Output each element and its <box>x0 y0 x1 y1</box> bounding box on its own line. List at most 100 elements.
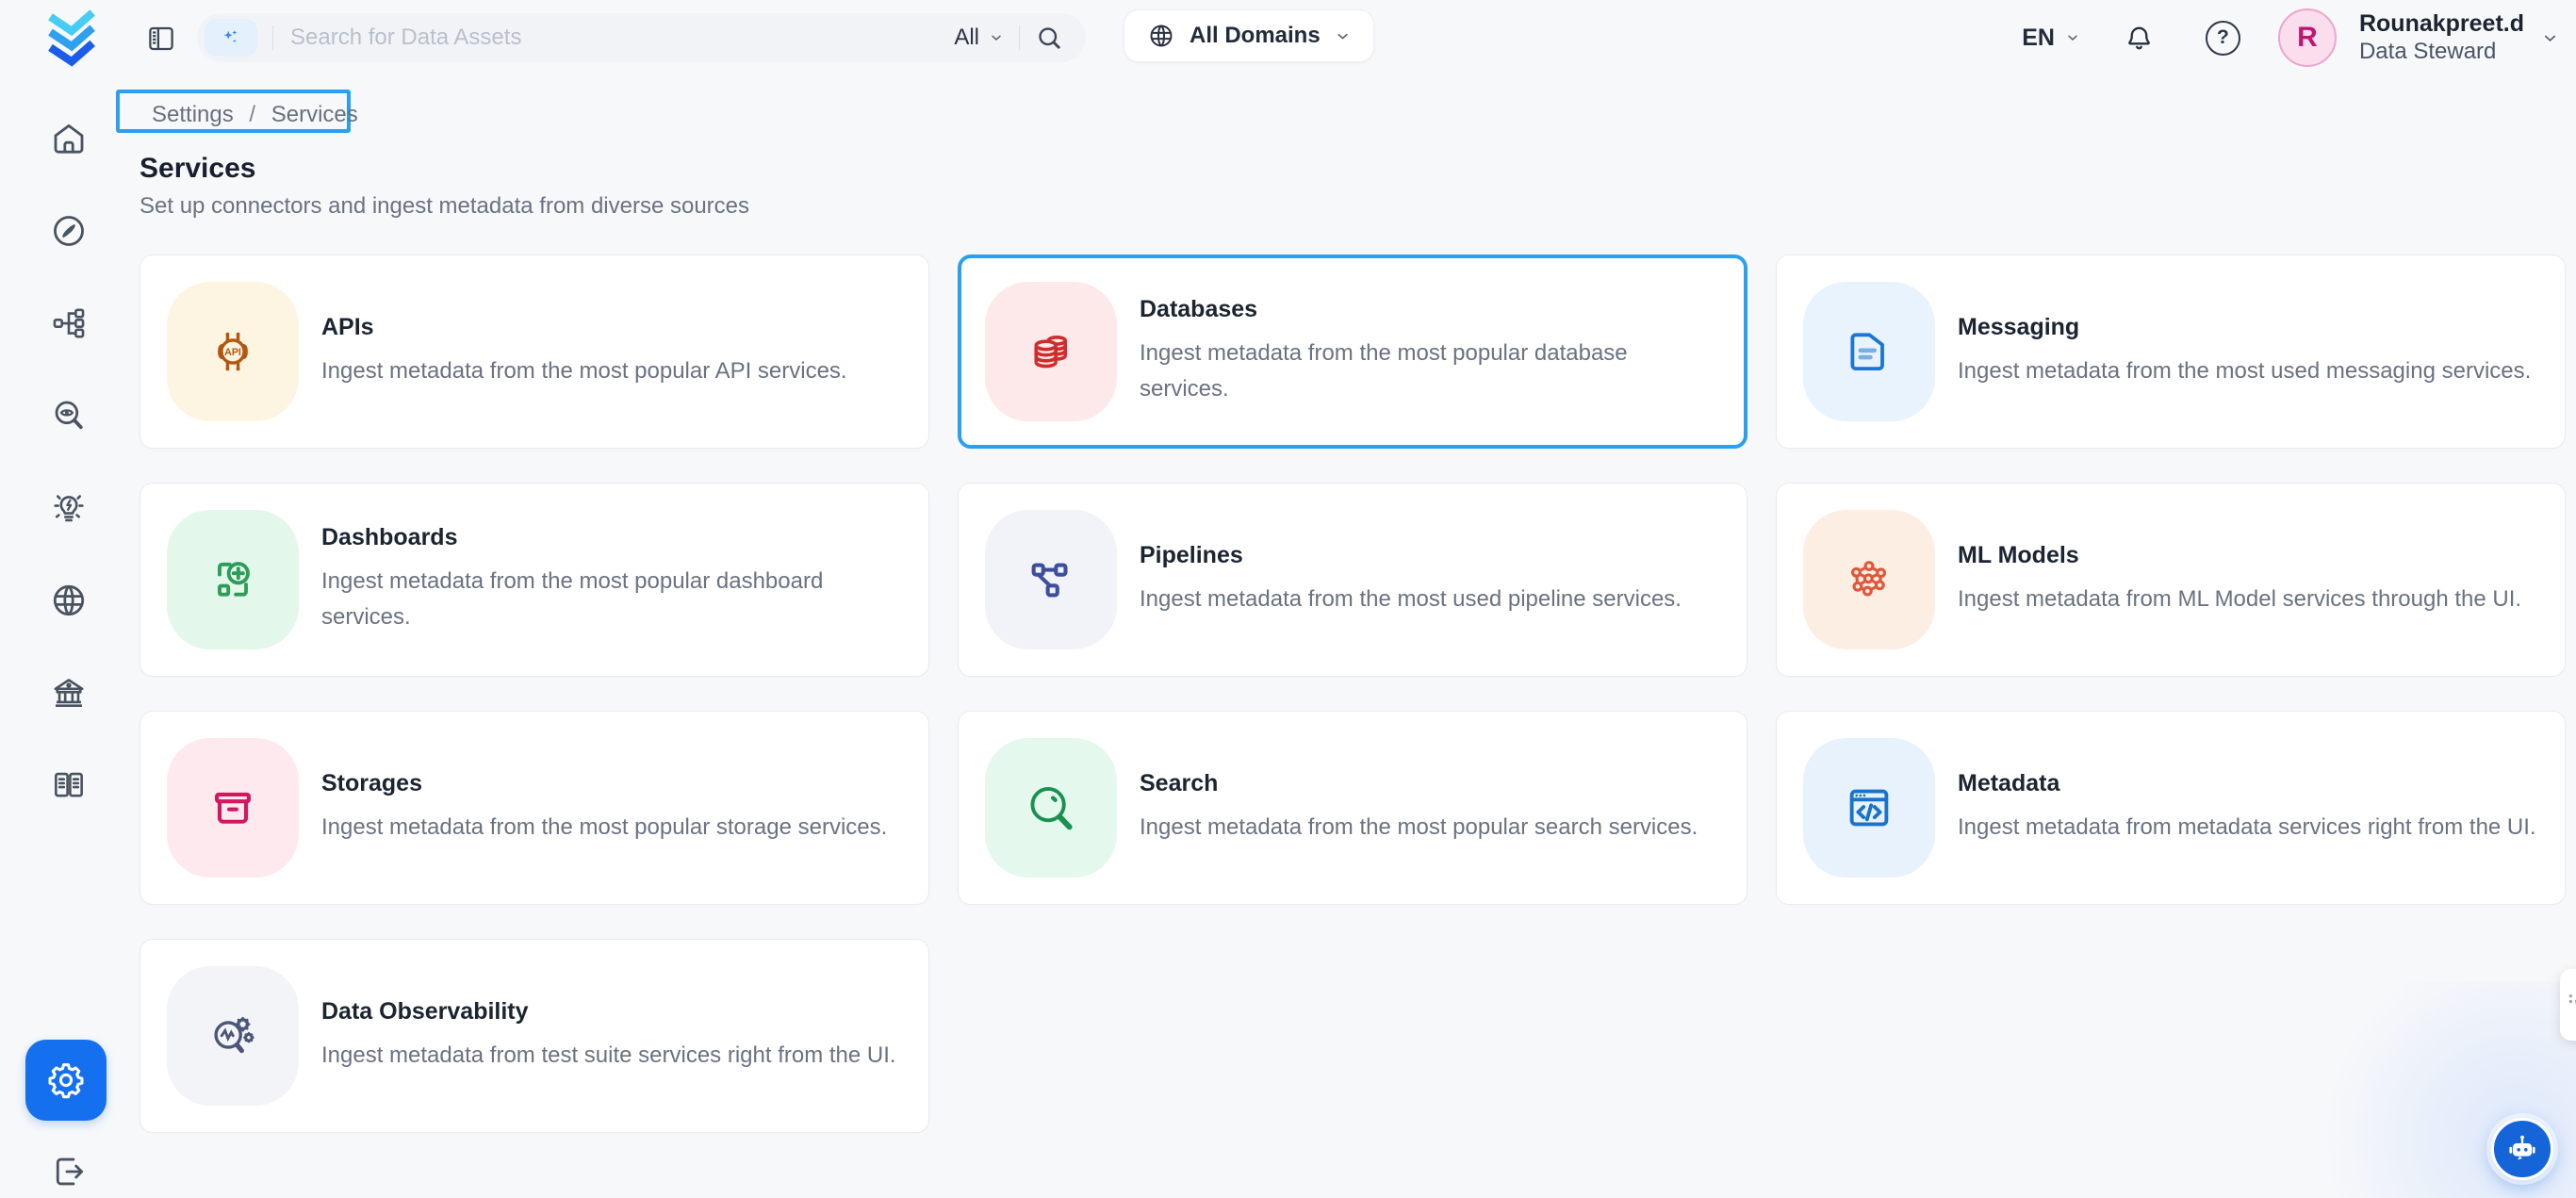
sidebar-toggle-icon[interactable] <box>145 23 177 55</box>
service-card-metadata[interactable]: Metadata Ingest metadata from metadata s… <box>1776 711 2566 905</box>
sidebar-item-lineage[interactable] <box>49 304 89 343</box>
service-card-messaging[interactable]: Messaging Ingest metadata from the most … <box>1776 254 2566 449</box>
service-description: Ingest metadata from ML Model services t… <box>1958 582 2521 617</box>
sidebar-item-govern[interactable] <box>49 673 89 713</box>
service-card-data-observability[interactable]: Data Observability Ingest metadata from … <box>139 939 929 1133</box>
home-icon <box>49 119 89 158</box>
search-scope-dropdown[interactable]: All <box>954 25 1004 51</box>
sidebar-item-explore[interactable] <box>49 211 89 251</box>
sidebar-item-insights[interactable] <box>49 488 89 528</box>
logout-icon <box>49 1152 89 1191</box>
service-card-ml-models[interactable]: ML Models Ingest metadata from ML Model … <box>1776 483 2566 677</box>
observability-eye-icon <box>49 396 89 435</box>
service-description: Ingest metadata from the most popular da… <box>1140 336 1718 407</box>
left-sidebar <box>0 75 137 1198</box>
services-grid: API APIs Ingest metadata from the most p… <box>139 254 2566 1133</box>
chevron-down-icon <box>2065 30 2080 45</box>
avatar-initial: R <box>2297 22 2318 54</box>
settings-gear-icon <box>44 1059 88 1102</box>
svg-text:API: API <box>224 347 241 358</box>
user-info[interactable]: Rounakpreet.d Data Steward <box>2359 9 2524 66</box>
sidebar-item-home[interactable] <box>49 119 89 158</box>
notifications-bell-icon[interactable] <box>2124 23 2155 54</box>
user-menu-chevron-icon[interactable] <box>2541 29 2559 47</box>
chatbot-button[interactable] <box>2491 1118 2553 1180</box>
domains-globe-icon <box>49 581 89 620</box>
global-search-bar[interactable]: All <box>197 13 1086 62</box>
openmetadata-logo[interactable] <box>41 8 102 70</box>
all-domains-dropdown[interactable]: All Domains <box>1124 9 1374 62</box>
search-submit-icon[interactable] <box>1035 24 1063 52</box>
service-card-apis[interactable]: API APIs Ingest metadata from the most p… <box>139 254 929 449</box>
chevron-down-icon <box>989 30 1004 45</box>
sidebar-item-domains[interactable] <box>49 581 89 620</box>
page-title: Services <box>139 153 255 185</box>
storage-box-icon <box>167 738 299 878</box>
help-glyph: ? <box>2217 26 2229 49</box>
sidebar-item-settings-active[interactable] <box>25 1040 107 1121</box>
divider <box>1019 25 1020 50</box>
service-card-search[interactable]: Search Ingest metadata from the most pop… <box>958 711 1747 905</box>
service-card-pipelines[interactable]: Pipelines Ingest metadata from the most … <box>958 483 1747 677</box>
service-title: Storages <box>321 770 887 797</box>
top-bar-right: EN ? R Rounakpreet.d Data Steward <box>2022 0 2559 75</box>
robot-icon <box>2504 1131 2540 1167</box>
service-title: Search <box>1140 770 1698 797</box>
insights-bulb-icon <box>49 488 89 528</box>
sidebar-item-glossary[interactable] <box>49 765 89 805</box>
service-title: Dashboards <box>321 524 900 551</box>
clipped-side-widget[interactable] <box>2560 969 2576 1041</box>
dashboard-icon <box>167 510 299 649</box>
service-title: Metadata <box>1958 770 2536 797</box>
govern-bank-icon <box>49 673 89 713</box>
lineage-icon <box>49 304 89 343</box>
service-description: Ingest metadata from the most used messa… <box>1958 353 2531 389</box>
page-subtitle: Set up connectors and ingest metadata fr… <box>139 193 749 220</box>
top-bar: All All Domains EN <box>0 0 2576 75</box>
all-domains-label: All Domains <box>1190 23 1321 49</box>
breadcrumb-services[interactable]: Services <box>271 102 358 127</box>
service-title: Databases <box>1140 296 1718 323</box>
service-title: APIs <box>321 314 847 341</box>
service-description: Ingest metadata from the most popular se… <box>1140 810 1698 845</box>
service-card-dashboards[interactable]: Dashboards Ingest metadata from the most… <box>139 483 929 677</box>
sidebar-item-logout[interactable] <box>49 1152 89 1191</box>
observability-gears-icon <box>167 966 299 1106</box>
help-icon[interactable]: ? <box>2206 21 2240 56</box>
api-chip-icon: API <box>167 282 299 421</box>
service-title: Data Observability <box>321 998 896 1026</box>
language-label: EN <box>2022 25 2055 52</box>
breadcrumb-settings[interactable]: Settings <box>152 102 234 127</box>
sidebar-nav <box>0 119 137 805</box>
clipped-widget-icon <box>2564 990 2576 1020</box>
ml-network-icon <box>1803 510 1935 649</box>
language-selector[interactable]: EN <box>2022 25 2080 52</box>
service-title: ML Models <box>1958 542 2521 569</box>
user-avatar[interactable]: R <box>2278 8 2337 67</box>
pipeline-nodes-icon <box>985 510 1117 649</box>
service-description: Ingest metadata from metadata services r… <box>1958 810 2536 845</box>
sidebar-item-observability[interactable] <box>49 396 89 435</box>
ai-sparkles-icon[interactable] <box>205 19 257 57</box>
search-magnifier-icon <box>985 738 1117 878</box>
service-description: Ingest metadata from the most popular st… <box>321 810 887 845</box>
service-description: Ingest metadata from test suite services… <box>321 1038 896 1074</box>
glossary-book-icon <box>49 765 89 805</box>
code-window-icon <box>1803 738 1935 878</box>
divider <box>272 25 273 50</box>
user-name: Rounakpreet.d <box>2359 9 2524 38</box>
service-description: Ingest metadata from the most used pipel… <box>1140 582 1682 617</box>
explore-compass-icon <box>49 211 89 251</box>
service-description: Ingest metadata from the most popular AP… <box>321 353 847 389</box>
service-card-storages[interactable]: Storages Ingest metadata from the most p… <box>139 711 929 905</box>
service-description: Ingest metadata from the most popular da… <box>321 564 900 635</box>
globe-icon <box>1147 22 1175 50</box>
messaging-folder-icon <box>1803 282 1935 421</box>
service-title: Messaging <box>1958 314 2531 341</box>
breadcrumb-separator: / <box>249 102 255 127</box>
user-role: Data Steward <box>2359 38 2524 66</box>
service-card-databases[interactable]: Databases Ingest metadata from the most … <box>958 254 1747 449</box>
database-icon <box>985 282 1117 421</box>
search-input[interactable] <box>288 24 954 52</box>
search-scope-label: All <box>954 25 979 51</box>
